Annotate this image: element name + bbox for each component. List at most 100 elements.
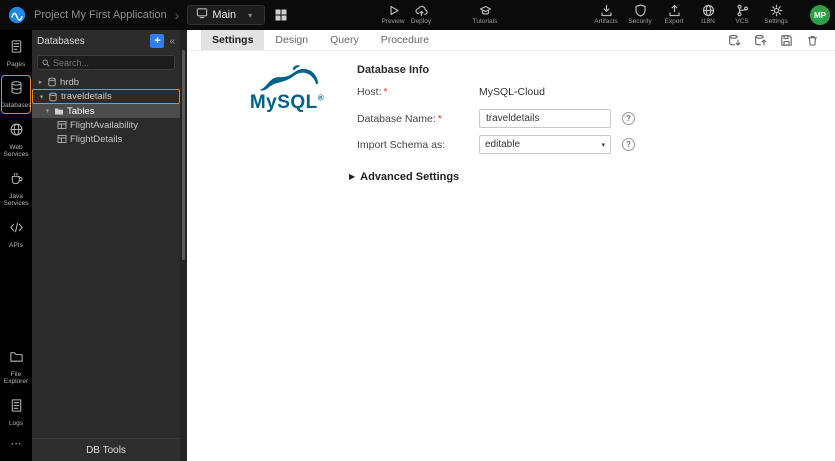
add-database-button[interactable]: +: [150, 34, 165, 48]
search-input[interactable]: [53, 57, 170, 68]
tutorials-button[interactable]: Tutorials: [468, 3, 502, 25]
sidebar-item-web-services[interactable]: Web Services: [1, 117, 31, 163]
search-box: [37, 55, 175, 70]
caret-down-icon: ▾: [45, 108, 50, 115]
database-info-form: Database Info Host: * MySQL-Cloud Databas…: [349, 64, 635, 183]
host-row: Host: * MySQL-Cloud: [357, 86, 635, 98]
deploy-label: Deploy: [410, 18, 432, 25]
select-value: editable: [485, 139, 521, 150]
graduation-cap-icon: [479, 3, 492, 17]
page-icon: [196, 6, 208, 24]
sidebar-item-databases[interactable]: Databases: [0, 75, 32, 114]
tree-item-traveldetails[interactable]: ▾ traveldetails: [32, 89, 180, 104]
globe-icon: [702, 3, 715, 17]
page-selector-label: Main: [212, 9, 237, 21]
panel-header: Databases + «: [32, 30, 180, 52]
pages-icon: [9, 39, 24, 59]
collapse-panel-icon[interactable]: «: [169, 36, 175, 47]
mysql-wordmark: MySQL®: [249, 92, 325, 113]
help-icon[interactable]: ?: [622, 138, 635, 151]
delete-icon[interactable]: [806, 34, 819, 47]
db-export-icon[interactable]: [754, 34, 767, 47]
scrollbar-thumb[interactable]: [182, 50, 185, 260]
mysql-logo: MySQL®: [229, 63, 345, 112]
database-name-label: Database Name: *: [357, 112, 442, 125]
cloud-upload-icon: [414, 3, 428, 17]
sidebar-item-file-explorer[interactable]: File Explorer: [1, 344, 31, 390]
folder-icon: [55, 108, 63, 115]
sidebar-item-label: Java Services: [3, 192, 29, 208]
export-icon: [668, 3, 681, 17]
sidebar-item-pages[interactable]: Pages: [1, 34, 31, 72]
host-label: Host: *: [357, 86, 388, 98]
tree-item-label: Tables: [67, 105, 95, 117]
export-button[interactable]: Export: [657, 3, 691, 25]
caret-right-icon: ▶: [349, 172, 356, 181]
layout-grid-icon[interactable]: [275, 9, 287, 21]
i18n-button[interactable]: I18N: [691, 3, 725, 25]
tree-item-label: FlightDetails: [70, 133, 123, 145]
main-area: Settings Design Query Procedure MySQL® D…: [187, 30, 835, 461]
sidebar-item-label: Logs: [8, 419, 24, 427]
settings-content: MySQL® Database Info Host: * MySQL-Cloud …: [187, 51, 835, 461]
database-icon: [48, 77, 56, 87]
tree-item-flightdetails[interactable]: FlightDetails: [32, 132, 180, 146]
sidebar-item-label: APIs: [9, 241, 23, 249]
tree-item-label: hrdb: [60, 76, 80, 88]
database-name-row: Database Name:* ?: [357, 109, 635, 128]
tab-design[interactable]: Design: [264, 30, 319, 50]
database-icon: [9, 80, 24, 100]
tree-item-tables[interactable]: ▾ Tables: [32, 104, 180, 118]
left-rail: Pages Databases Web Services Java Servic…: [0, 30, 32, 461]
database-name-input[interactable]: [479, 109, 611, 128]
app-logo-icon[interactable]: [8, 6, 26, 24]
sidebar-item-logs[interactable]: Logs: [1, 393, 31, 431]
web-services-icon: [9, 122, 24, 142]
preview-label: Preview: [381, 18, 405, 25]
host-value: MySQL-Cloud: [479, 86, 545, 98]
advanced-settings-toggle[interactable]: ▶ Advanced Settings: [349, 171, 635, 183]
user-avatar[interactable]: MP: [810, 5, 830, 25]
db-import-icon[interactable]: [728, 34, 741, 47]
gear-icon: [770, 3, 783, 17]
chevron-down-icon: ▾: [601, 141, 605, 149]
sidebar-item-label: Web Services: [3, 143, 29, 159]
caret-right-icon: ▸: [38, 79, 43, 86]
settings-button[interactable]: Settings: [759, 3, 793, 25]
import-schema-label: Import Schema as:: [357, 138, 446, 151]
file-explorer-icon: [9, 349, 24, 369]
security-shield-icon: [634, 3, 647, 17]
vcs-button[interactable]: VCS: [725, 3, 759, 25]
tree-item-flightavailability[interactable]: FlightAvailability: [32, 118, 180, 132]
db-tools-button[interactable]: DB Tools: [32, 438, 180, 461]
sidebar-item-label: Pages: [6, 61, 26, 68]
tab-query[interactable]: Query: [319, 30, 370, 50]
table-icon: [57, 121, 67, 129]
security-button[interactable]: Security: [623, 3, 657, 25]
sidebar-item-apis[interactable]: APIs: [1, 215, 31, 253]
artifacts-button[interactable]: Artifacts: [589, 3, 623, 25]
app-window: Project My First Application › Main ▾ Pr…: [0, 0, 835, 461]
required-marker: *: [437, 112, 442, 125]
tree-item-hrdb[interactable]: ▸ hrdb: [32, 75, 180, 89]
branch-icon: [736, 3, 749, 17]
ellipsis-icon: ⋯: [10, 438, 22, 450]
databases-panel: Databases + « ▸ hrdb ▾ traveldetails ▾: [32, 30, 180, 461]
import-schema-select[interactable]: editable ▾: [479, 135, 611, 154]
help-icon[interactable]: ?: [622, 112, 635, 125]
settings-label: Settings: [764, 18, 788, 25]
tab-settings[interactable]: Settings: [201, 30, 265, 50]
sidebar-item-java-services[interactable]: Java Services: [1, 166, 31, 212]
section-title: Database Info: [357, 64, 430, 76]
tab-procedure[interactable]: Procedure: [370, 30, 440, 50]
more-button[interactable]: ⋯: [1, 434, 31, 454]
mysql-dolphin-icon: [259, 65, 319, 91]
security-label: Security: [628, 18, 652, 25]
artifacts-icon: [600, 3, 613, 17]
page-selector[interactable]: Main ▾: [187, 5, 266, 25]
tree-item-label: FlightAvailability: [70, 119, 138, 131]
sidebar-item-label: Databases: [0, 102, 32, 110]
deploy-button[interactable]: Deploy: [404, 3, 438, 25]
save-icon[interactable]: [780, 34, 793, 47]
vcs-label: VCS: [735, 18, 749, 25]
